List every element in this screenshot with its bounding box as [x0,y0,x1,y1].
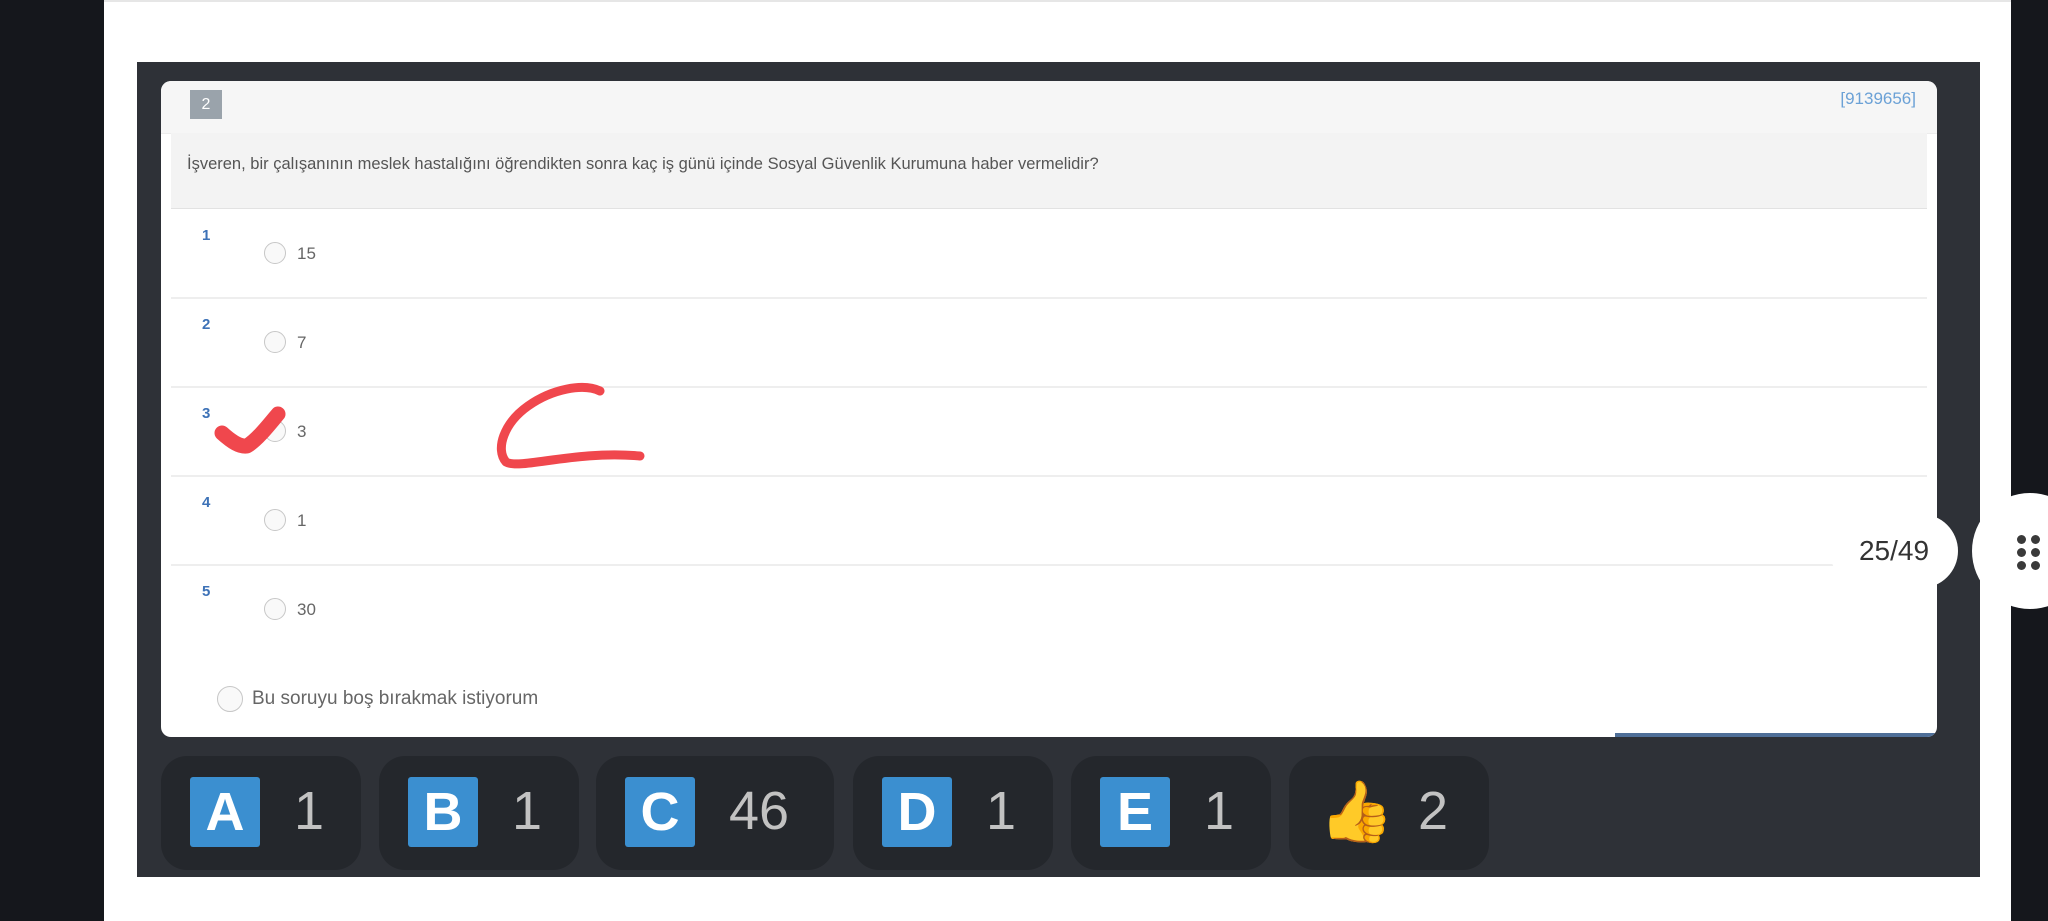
thumbs-up-icon: 👍 [1319,778,1394,845]
answer-count-e: 1 [1204,781,1235,841]
grip-dots-icon [2017,535,2043,570]
question-text: İşveren, bir çalışanının meslek hastalığ… [187,155,1099,173]
option-2[interactable]: 2 7 [171,298,1927,388]
answer-count-d: 1 [986,781,1017,841]
option-radio[interactable] [264,509,286,531]
skip-question-label: Bu soruyu boş bırakmak istiyorum [252,688,539,709]
answer-count-a: 1 [294,781,325,841]
option-1[interactable]: 1 15 [171,209,1927,299]
answer-count-c: 46 [729,781,790,841]
question-text-box: İşveren, bir çalışanının meslek hastalığ… [171,133,1927,209]
top-divider [104,0,2011,2]
letter-icon-c: C [625,777,695,847]
option-4[interactable]: 4 1 [171,476,1927,566]
option-radio[interactable] [264,598,286,620]
letter-icon-b: B [408,777,478,847]
letter-icon-e: E [1100,777,1170,847]
option-number: 4 [202,494,211,511]
letter-icon-d: D [882,777,952,847]
like-badge[interactable]: 👍 2 [1289,756,1489,870]
answer-badge-c[interactable]: C 46 [596,756,834,870]
next-button-edge[interactable] [1615,733,1937,737]
option-value: 7 [297,333,307,352]
option-number: 5 [202,583,211,600]
question-id: [9139656] [1840,89,1916,108]
answer-badge-b[interactable]: B 1 [379,756,579,870]
option-value: 30 [297,600,316,619]
option-number: 1 [202,227,211,244]
option-number: 2 [202,316,211,333]
option-value: 1 [297,511,307,530]
option-3[interactable]: 3 3 [171,387,1927,477]
skip-question-radio[interactable] [217,686,243,712]
option-5[interactable]: 5 30 [171,565,1927,653]
answer-badge-d[interactable]: D 1 [853,756,1053,870]
option-radio[interactable] [264,420,286,442]
option-radio[interactable] [264,331,286,353]
answer-count-b: 1 [512,781,543,841]
page-counter: 25/49 [1830,514,1958,588]
question-header: 2 [9139656] [161,81,1937,134]
like-count: 2 [1418,781,1449,841]
question-card: 2 [9139656] İşveren, bir çalışanının mes… [161,81,1937,737]
answer-badge-e[interactable]: E 1 [1071,756,1271,870]
question-number: 2 [190,90,222,119]
option-number: 3 [202,405,211,422]
option-radio[interactable] [264,242,286,264]
answer-badge-a[interactable]: A 1 [161,756,361,870]
option-value: 3 [297,422,307,441]
option-value: 15 [297,244,316,263]
letter-icon-a: A [190,777,260,847]
